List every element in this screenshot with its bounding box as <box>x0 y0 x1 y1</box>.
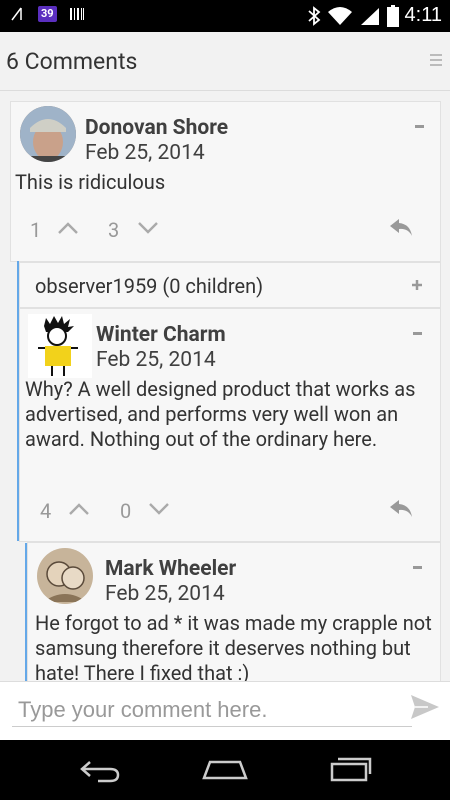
signal-strength-icon <box>11 7 22 21</box>
avatar[interactable] <box>28 314 92 378</box>
collapse-comment-button[interactable] <box>413 332 422 335</box>
recent-apps-icon[interactable] <box>328 754 374 782</box>
comment-card: Mark Wheeler Feb 25, 2014 He forgot to a… <box>27 542 441 685</box>
comment-input[interactable] <box>12 694 412 727</box>
comment-author[interactable]: Donovan Shore <box>85 116 228 140</box>
comment-composer <box>0 681 450 741</box>
comment-author[interactable]: Mark Wheeler <box>105 557 236 581</box>
reply-icon[interactable] <box>388 218 414 238</box>
collapsed-thread-label: observer1959 (0 children) <box>35 274 264 298</box>
upvote-count: 1 <box>30 218 42 242</box>
bluetooth-icon <box>307 5 320 26</box>
battery-icon <box>386 4 399 27</box>
comment-card: Donovan Shore Feb 25, 2014 This is ridic… <box>10 101 441 262</box>
page-title: 6 Comments <box>6 48 138 75</box>
overflow-menu-icon[interactable] <box>430 54 442 69</box>
home-icon[interactable] <box>200 756 250 782</box>
comment-body: He forgot to ad * it was made my crapple… <box>35 611 432 685</box>
barcode-icon <box>69 8 84 20</box>
back-icon[interactable] <box>78 757 122 783</box>
downvote-count: 3 <box>108 218 120 242</box>
upvote-icon[interactable] <box>57 221 79 235</box>
downvote-icon[interactable] <box>148 502 170 516</box>
comment-date: Feb 25, 2014 <box>85 141 205 165</box>
avatar[interactable] <box>37 548 93 604</box>
comment-body: This is ridiculous <box>15 170 166 194</box>
navigation-bar <box>0 740 450 800</box>
upvote-icon[interactable] <box>68 502 90 516</box>
comment-date: Feb 25, 2014 <box>96 348 216 372</box>
notification-badge: 39 <box>38 6 57 22</box>
collapsed-thread[interactable]: observer1959 (0 children) <box>19 262 441 308</box>
cell-signal-icon <box>360 7 379 25</box>
send-icon[interactable] <box>410 694 440 720</box>
downvote-count: 0 <box>120 499 132 523</box>
comment-body: Why? A well designed product that works … <box>25 377 416 451</box>
comment-date: Feb 25, 2014 <box>105 582 225 606</box>
upvote-count: 4 <box>40 499 52 523</box>
app-header: 6 Comments <box>0 32 450 91</box>
avatar[interactable] <box>20 106 76 162</box>
wifi-icon <box>327 6 352 25</box>
collapse-comment-button[interactable] <box>413 566 422 569</box>
reply-icon[interactable] <box>388 499 414 519</box>
status-bar: 39 4:11 <box>0 0 450 32</box>
comment-author[interactable]: Winter Charm <box>96 323 226 347</box>
downvote-icon[interactable] <box>137 221 159 235</box>
expand-icon[interactable] <box>412 280 422 290</box>
comment-card: Winter Charm Feb 25, 2014 Why? A well de… <box>19 308 441 542</box>
clock: 4:11 <box>404 4 442 26</box>
collapse-comment-button[interactable] <box>415 125 424 128</box>
